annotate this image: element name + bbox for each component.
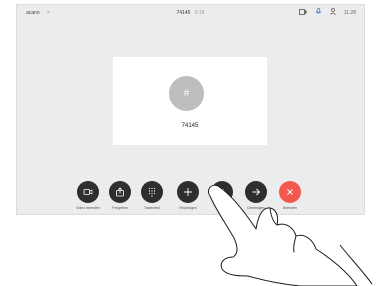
add-participant-label: Hinzufügen <box>179 206 197 210</box>
plus-icon <box>184 188 192 196</box>
status-bar: acano > 74145 0:18 11:28 <box>17 5 364 21</box>
call-controls: Video beenden Freigeben Tastenfeld Hinzu… <box>17 181 364 214</box>
caller-number: 74145 <box>181 123 199 129</box>
video-stop-button[interactable] <box>77 181 99 203</box>
transfer-label: Übertragen <box>247 206 265 210</box>
end-call-control: Beenden <box>273 181 307 210</box>
video-camera-icon <box>83 189 93 195</box>
add-control: Hinzufügen <box>171 181 205 210</box>
add-participant-button[interactable] <box>177 181 199 203</box>
transfer-button[interactable] <box>245 181 267 203</box>
keypad-control: Tastenfeld <box>135 181 169 210</box>
keypad-label: Tastenfeld <box>144 206 160 210</box>
hold-control: Halten <box>205 181 239 210</box>
microphone-icon[interactable] <box>315 8 322 17</box>
hold-button[interactable] <box>211 181 233 203</box>
clock: 11:28 <box>343 9 356 16</box>
avatar: # <box>169 76 204 111</box>
person-icon[interactable] <box>330 8 336 17</box>
end-call-icon <box>287 189 293 195</box>
video-stop-label: Video beenden <box>76 206 100 210</box>
caller-card: # 74145 <box>113 57 267 145</box>
status-icons: 11:28 <box>291 8 356 17</box>
share-control: Freigeben <box>103 181 137 210</box>
camera-icon[interactable] <box>298 8 307 17</box>
device-screen: acano > 74145 0:18 11:28 # 74145 Video b… <box>16 4 365 215</box>
keypad-icon <box>148 187 156 197</box>
call-duration: 0:18 <box>194 10 205 16</box>
share-button[interactable] <box>109 181 131 203</box>
share-label: Freigeben <box>112 206 128 210</box>
end-call-button[interactable] <box>279 181 301 203</box>
share-icon <box>116 187 124 197</box>
keypad-button[interactable] <box>141 181 163 203</box>
video-control: Video beenden <box>71 181 105 210</box>
transfer-arrow-icon <box>252 188 261 196</box>
hold-label: Halten <box>216 206 228 210</box>
pause-icon <box>220 189 224 195</box>
end-call-label: Beenden <box>282 206 297 210</box>
call-number: 74145 <box>176 10 191 16</box>
transfer-control: Übertragen <box>239 181 273 210</box>
